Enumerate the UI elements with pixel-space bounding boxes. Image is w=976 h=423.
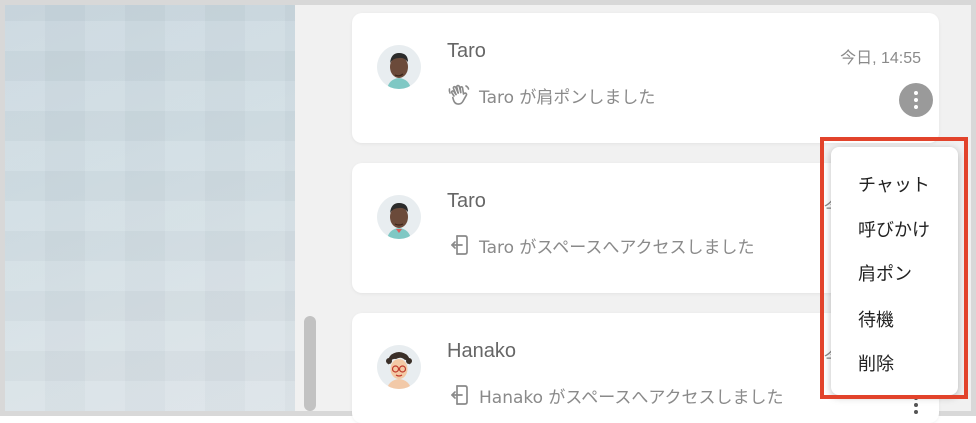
more-options-button[interactable] [899, 83, 933, 117]
message-row: Taro が肩ポンしました [447, 83, 656, 108]
timestamp: 今日, 14:55 [840, 50, 921, 67]
space-map-background [5, 5, 295, 411]
message-text: Taro が肩ポンしました [479, 87, 656, 108]
message-text: Taro がスペースへアクセスしました [479, 237, 755, 258]
scrollbar-thumb[interactable] [304, 316, 316, 411]
notification-card[interactable]: Taro 今日, 14:55 Taro が肩ポンしました [352, 13, 939, 143]
avatar [377, 195, 421, 239]
message-text: Hanako がスペースへアクセスしました [479, 387, 784, 408]
highlight-box [820, 137, 968, 399]
wave-hand-icon [447, 83, 471, 107]
enter-icon [447, 383, 471, 407]
avatar [377, 345, 421, 389]
sender-name: Taro [447, 190, 486, 212]
enter-icon [447, 233, 471, 257]
sender-name: Taro [447, 40, 486, 62]
avatar [377, 45, 421, 89]
message-row: Taro がスペースへアクセスしました [447, 233, 755, 258]
sender-name: Hanako [447, 340, 516, 362]
message-row: Hanako がスペースへアクセスしました [447, 383, 784, 408]
